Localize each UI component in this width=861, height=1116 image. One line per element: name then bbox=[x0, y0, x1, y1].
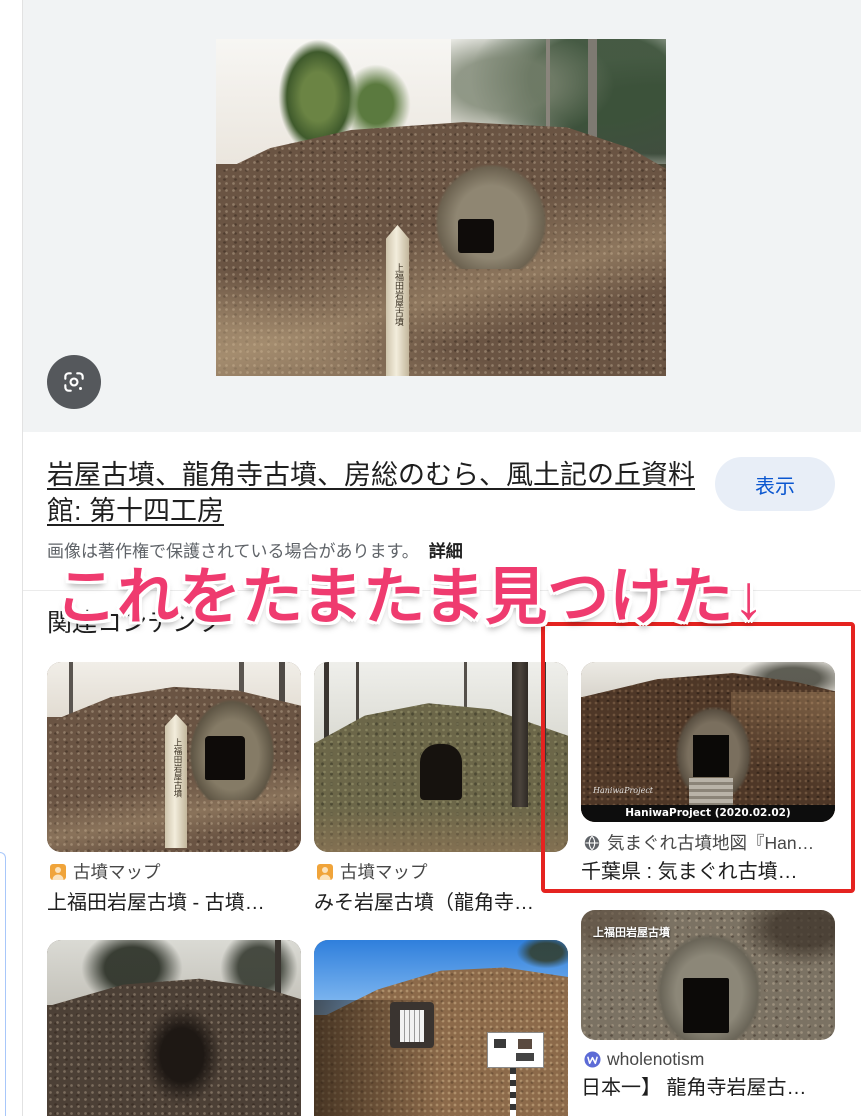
source-row: 古墳マップ bbox=[47, 860, 161, 884]
related-card-title[interactable]: 日本一】 龍角寺岩屋古… bbox=[581, 1073, 835, 1103]
related-thumbnail[interactable]: 上福田岩屋古墳 bbox=[581, 910, 835, 1040]
post-inscription: 上福田岩屋古墳 bbox=[172, 738, 182, 798]
highlight-box bbox=[541, 622, 855, 893]
related-card[interactable] bbox=[314, 940, 568, 1116]
signboard-picture bbox=[494, 1039, 506, 1048]
wordpress-icon bbox=[583, 1050, 601, 1068]
photo-stone-post: 上福田岩屋古墳 bbox=[165, 714, 187, 848]
photo-tunnel-entrance bbox=[142, 1005, 222, 1105]
photo-tunnel-entrance bbox=[420, 744, 462, 800]
source-row: 古墳マップ bbox=[314, 860, 428, 884]
related-card[interactable] bbox=[47, 940, 301, 1116]
related-card-title[interactable]: 上福田岩屋古墳 - 古墳… bbox=[47, 888, 301, 918]
lens-icon bbox=[64, 372, 84, 392]
related-card[interactable]: 上福田岩屋古墳 古墳マップ 上福田岩屋古墳 - 古墳… bbox=[47, 662, 301, 922]
signboard-picture bbox=[518, 1039, 532, 1049]
related-thumbnail[interactable] bbox=[314, 940, 568, 1116]
related-card-title[interactable]: みそ岩屋古墳（龍角寺… bbox=[314, 888, 568, 918]
adjacent-card-edge bbox=[0, 852, 6, 1116]
view-button[interactable]: 表示 bbox=[715, 457, 835, 511]
source-row: wholenotism bbox=[581, 1047, 704, 1071]
photo-signboard bbox=[487, 1032, 544, 1068]
lens-button[interactable] bbox=[47, 355, 101, 409]
photo-stone-post: 上福田岩屋古墳 bbox=[386, 225, 409, 376]
copyright-text: 画像は著作権で保護されている場合があります。 bbox=[47, 542, 419, 561]
details-link[interactable]: 詳細 bbox=[429, 542, 463, 561]
person-icon bbox=[316, 863, 334, 881]
photo-ground bbox=[314, 807, 568, 852]
source-name: 古墳マップ bbox=[340, 862, 428, 882]
source-name: 古墳マップ bbox=[73, 862, 161, 882]
photo-tunnel-entrance bbox=[205, 736, 245, 780]
photo-trunk bbox=[512, 662, 528, 807]
related-thumbnail[interactable] bbox=[47, 940, 301, 1116]
source-name: wholenotism bbox=[607, 1049, 705, 1069]
related-card[interactable]: 古墳マップ みそ岩屋古墳（龍角寺… bbox=[314, 662, 568, 922]
main-image[interactable]: 上福田岩屋古墳 bbox=[216, 39, 666, 376]
related-thumbnail[interactable]: 上福田岩屋古墳 bbox=[47, 662, 301, 852]
photo-tunnel-entrance bbox=[458, 219, 494, 253]
result-title-link[interactable]: 岩屋古墳、龍角寺古墳、房総のむら、風土記の丘資料館: 第十四工房 bbox=[47, 457, 707, 529]
photo-pole bbox=[510, 1068, 516, 1116]
post-inscription: 上福田岩屋古墳 bbox=[393, 263, 403, 326]
signboard-picture bbox=[516, 1053, 534, 1061]
photo-stone-frame bbox=[436, 165, 546, 269]
related-thumbnail[interactable] bbox=[314, 662, 568, 852]
annotation-text: これをたまたま見つけた↓ bbox=[55, 563, 765, 632]
photo-tree bbox=[514, 940, 568, 970]
related-card[interactable]: 上福田岩屋古墳 wholenotism 日本一】 龍角寺岩屋古… bbox=[581, 910, 835, 1110]
photo-tunnel-entrance bbox=[683, 978, 729, 1033]
image-text: 上福田岩屋古墳 bbox=[593, 926, 670, 939]
photo-door bbox=[400, 1010, 424, 1042]
person-icon bbox=[49, 863, 67, 881]
